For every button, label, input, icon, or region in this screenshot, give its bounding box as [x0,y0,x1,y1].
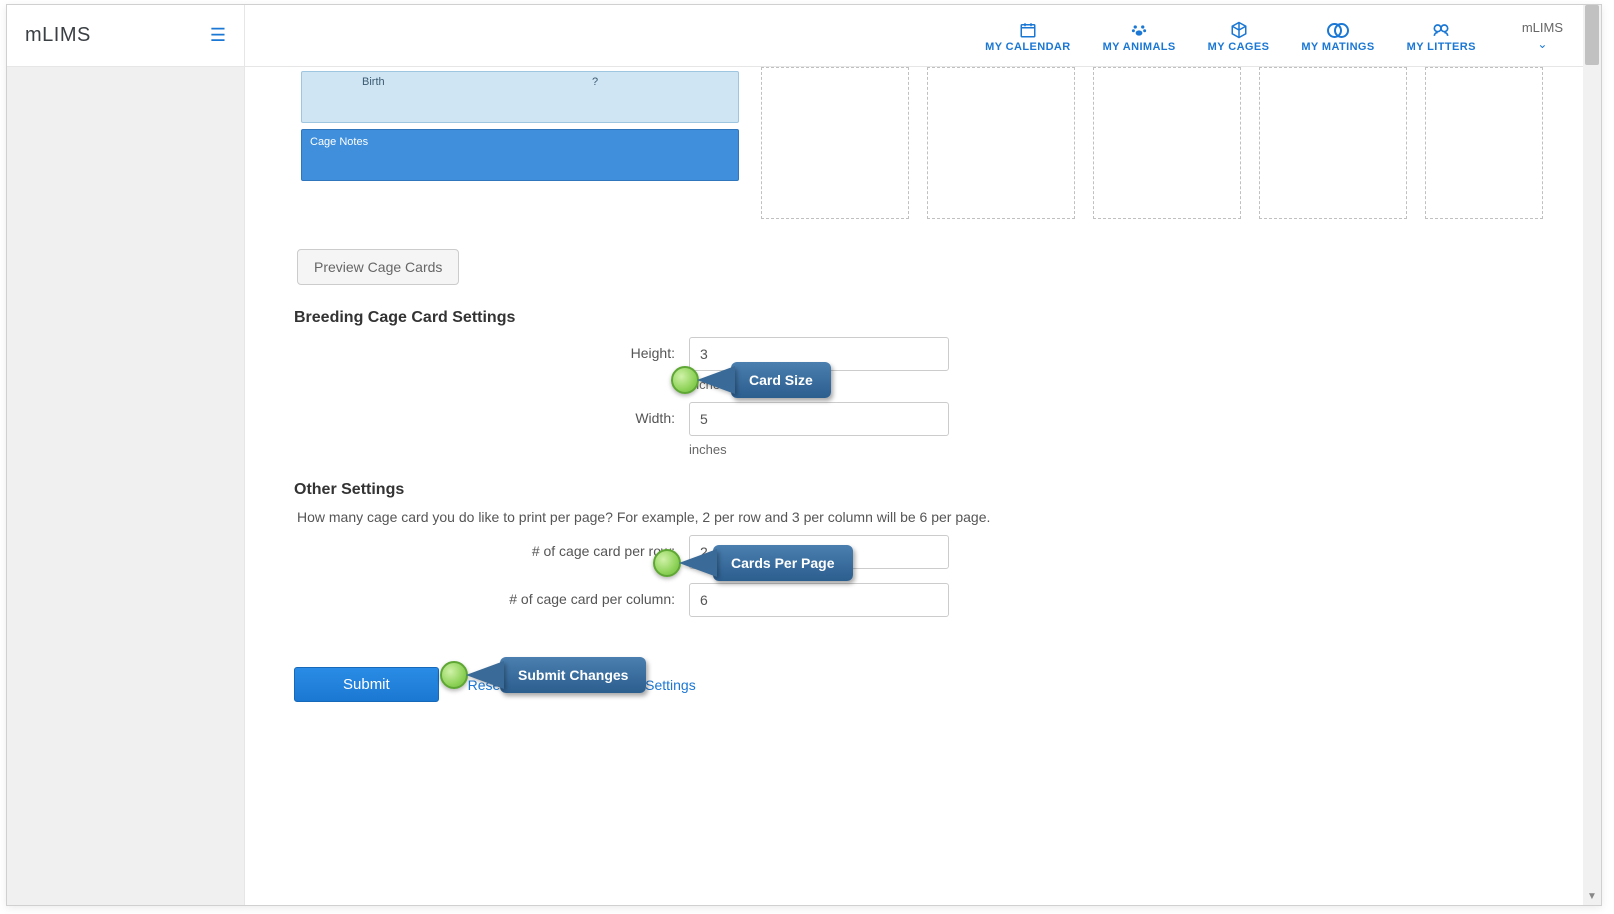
preview-cage-cards-button[interactable]: Preview Cage Cards [297,249,459,285]
content: Birth ? Cage Notes Preview Cage Cards Br… [245,67,1583,905]
header: mLIMS ☰ MY CALENDAR MY ANIMALS MY CAGE [7,5,1583,67]
card-placeholder [761,67,909,219]
callout-label: Submit Changes [500,657,646,693]
hamburger-icon[interactable]: ☰ [210,25,226,46]
mating-icon [1327,19,1349,41]
callout-label: Cards Per Page [713,545,853,581]
nav-my-litters[interactable]: MY LITTERS [1391,19,1492,53]
cage-notes-label: Cage Notes [310,136,368,148]
nav-label: MY ANIMALS [1103,41,1176,53]
callout-cards-per-page: Cards Per Page [653,545,853,581]
height-row: Height: inches [245,337,1583,392]
cage-card-top: Birth ? [301,71,739,123]
card-placeholder [1093,67,1241,219]
nav-label: MY MATINGS [1301,41,1374,53]
scrollbar[interactable]: ▲ ▼ [1583,5,1601,905]
cube-icon [1230,19,1248,41]
nav-label: MY LITTERS [1407,41,1476,53]
nav-label: MY CALENDAR [985,41,1070,53]
card-placeholder [1259,67,1407,219]
width-label: Width: [245,402,689,426]
callout-arrow [466,661,504,689]
header-nav: MY CALENDAR MY ANIMALS MY CAGES MY MATIN… [245,5,1583,66]
header-left: mLIMS ☰ [7,5,245,66]
other-heading: Other Settings [294,481,1583,499]
per-col-input[interactable] [689,583,949,617]
height-label: Height: [245,337,689,361]
brand-logo: mLIMS [25,24,91,47]
user-label: mLIMS [1522,20,1563,35]
width-input[interactable] [689,402,949,436]
birth-label: Birth [362,76,385,88]
per-row-row: # of cage card per row: [245,535,1583,569]
other-desc: How many cage card you do like to print … [297,509,1583,525]
scroll-thumb[interactable] [1585,5,1599,65]
card-placeholder [927,67,1075,219]
per-col-row: # of cage card per column: [245,583,1583,617]
cage-card-preview: Birth ? Cage Notes [297,67,743,219]
per-col-label: # of cage card per column: [245,583,689,607]
width-unit: inches [689,442,949,457]
marker-icon [440,661,468,689]
nav-label: MY CAGES [1208,41,1270,53]
callout-arrow [679,549,717,577]
breeding-heading: Breeding Cage Card Settings [294,309,1583,327]
callout-card-size: Card Size [671,362,831,398]
nav-my-matings[interactable]: MY MATINGS [1285,19,1390,53]
width-row: Width: inches [245,402,1583,457]
litters-icon [1431,19,1451,41]
marker-icon [671,366,699,394]
chevron-down-icon: ⌄ [1537,37,1547,51]
callout-label: Card Size [731,362,831,398]
card-placeholder [1425,67,1543,219]
marker-icon [653,549,681,577]
card-preview-row: Birth ? Cage Notes [245,67,1583,219]
user-dropdown[interactable]: mLIMS ⌄ [1492,20,1563,51]
paw-icon [1130,19,1148,41]
cage-notes: Cage Notes [301,129,739,181]
callout-arrow [697,366,735,394]
scroll-down-icon[interactable]: ▼ [1583,887,1601,905]
sidebar [7,67,245,905]
submit-button[interactable]: Submit [294,667,439,702]
nav-my-cages[interactable]: MY CAGES [1192,19,1286,53]
calendar-icon [1019,19,1037,41]
nav-my-animals[interactable]: MY ANIMALS [1087,19,1192,53]
nav-my-calendar[interactable]: MY CALENDAR [969,19,1086,53]
per-row-label: # of cage card per row: [245,535,689,559]
question-mark: ? [592,76,598,88]
callout-submit-changes: Submit Changes [440,657,646,693]
